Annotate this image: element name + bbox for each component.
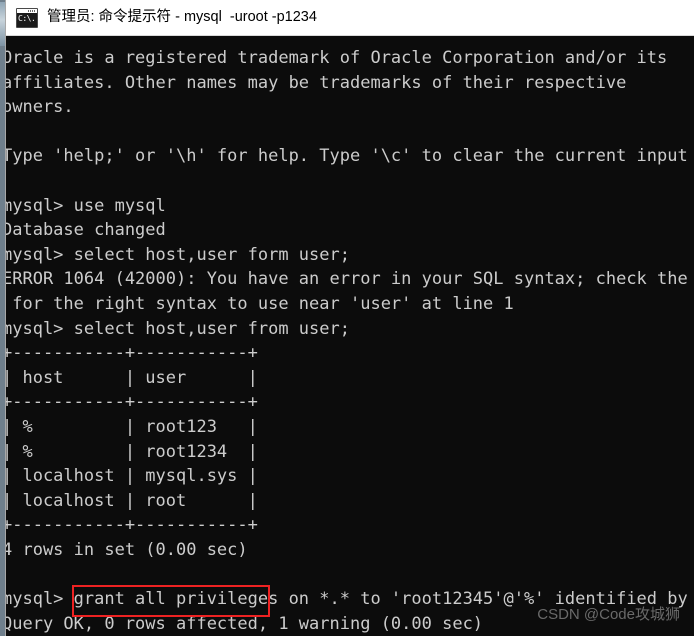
command-prompt-window: C:\. 管理员: 命令提示符 - mysql -uroot -p1234 Or… <box>5 0 694 636</box>
screenshot-root: C:\. 管理员: 命令提示符 - mysql -uroot -p1234 Or… <box>0 0 694 636</box>
window-titlebar[interactable]: C:\. 管理员: 命令提示符 - mysql -uroot -p1234 <box>6 0 694 36</box>
cmd-icon-prompt-glyph: C:\. <box>17 12 37 27</box>
watermark-text: CSDN @Code攻城狮 <box>537 606 680 623</box>
console-output-area[interactable]: Oracle is a registered trademark of Orac… <box>6 36 694 636</box>
window-title-text: 管理员: 命令提示符 - mysql -uroot -p1234 <box>47 9 317 26</box>
console-text: Oracle is a registered trademark of Orac… <box>6 48 688 634</box>
cmd-console-icon: C:\. <box>16 7 38 28</box>
